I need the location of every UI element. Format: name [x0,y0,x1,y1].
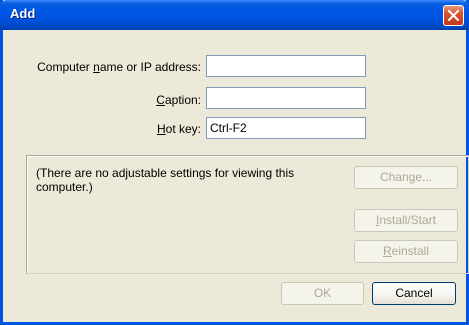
ok-button[interactable]: OK [281,282,364,305]
close-icon [448,10,459,21]
change-button[interactable]: Change... [354,166,458,189]
close-button[interactable] [443,5,464,26]
hotkey-input[interactable]: Ctrl-F2 [206,117,366,139]
settings-note-line2: computer.) [36,180,93,194]
add-dialog: Add Computer name or IP address: Caption… [0,0,469,325]
computer-name-input[interactable] [206,55,366,77]
caption-input[interactable] [206,87,366,109]
cancel-button[interactable]: Cancel [372,282,456,305]
hotkey-label: Hot key: [156,122,201,136]
window-title: Add [10,6,36,21]
install-start-button[interactable]: Install/Start [354,209,458,232]
reinstall-button[interactable]: Reinstall [354,240,458,263]
settings-panel: (There are no adjustable settings for vi… [26,155,469,274]
computer-name-label: Computer name or IP address: [37,60,201,74]
caption-label: Caption: [156,93,201,107]
settings-note-line1: (There are no adjustable settings for vi… [36,166,295,180]
settings-note: (There are no adjustable settings for vi… [36,166,316,194]
title-bar[interactable]: Add [0,0,469,30]
